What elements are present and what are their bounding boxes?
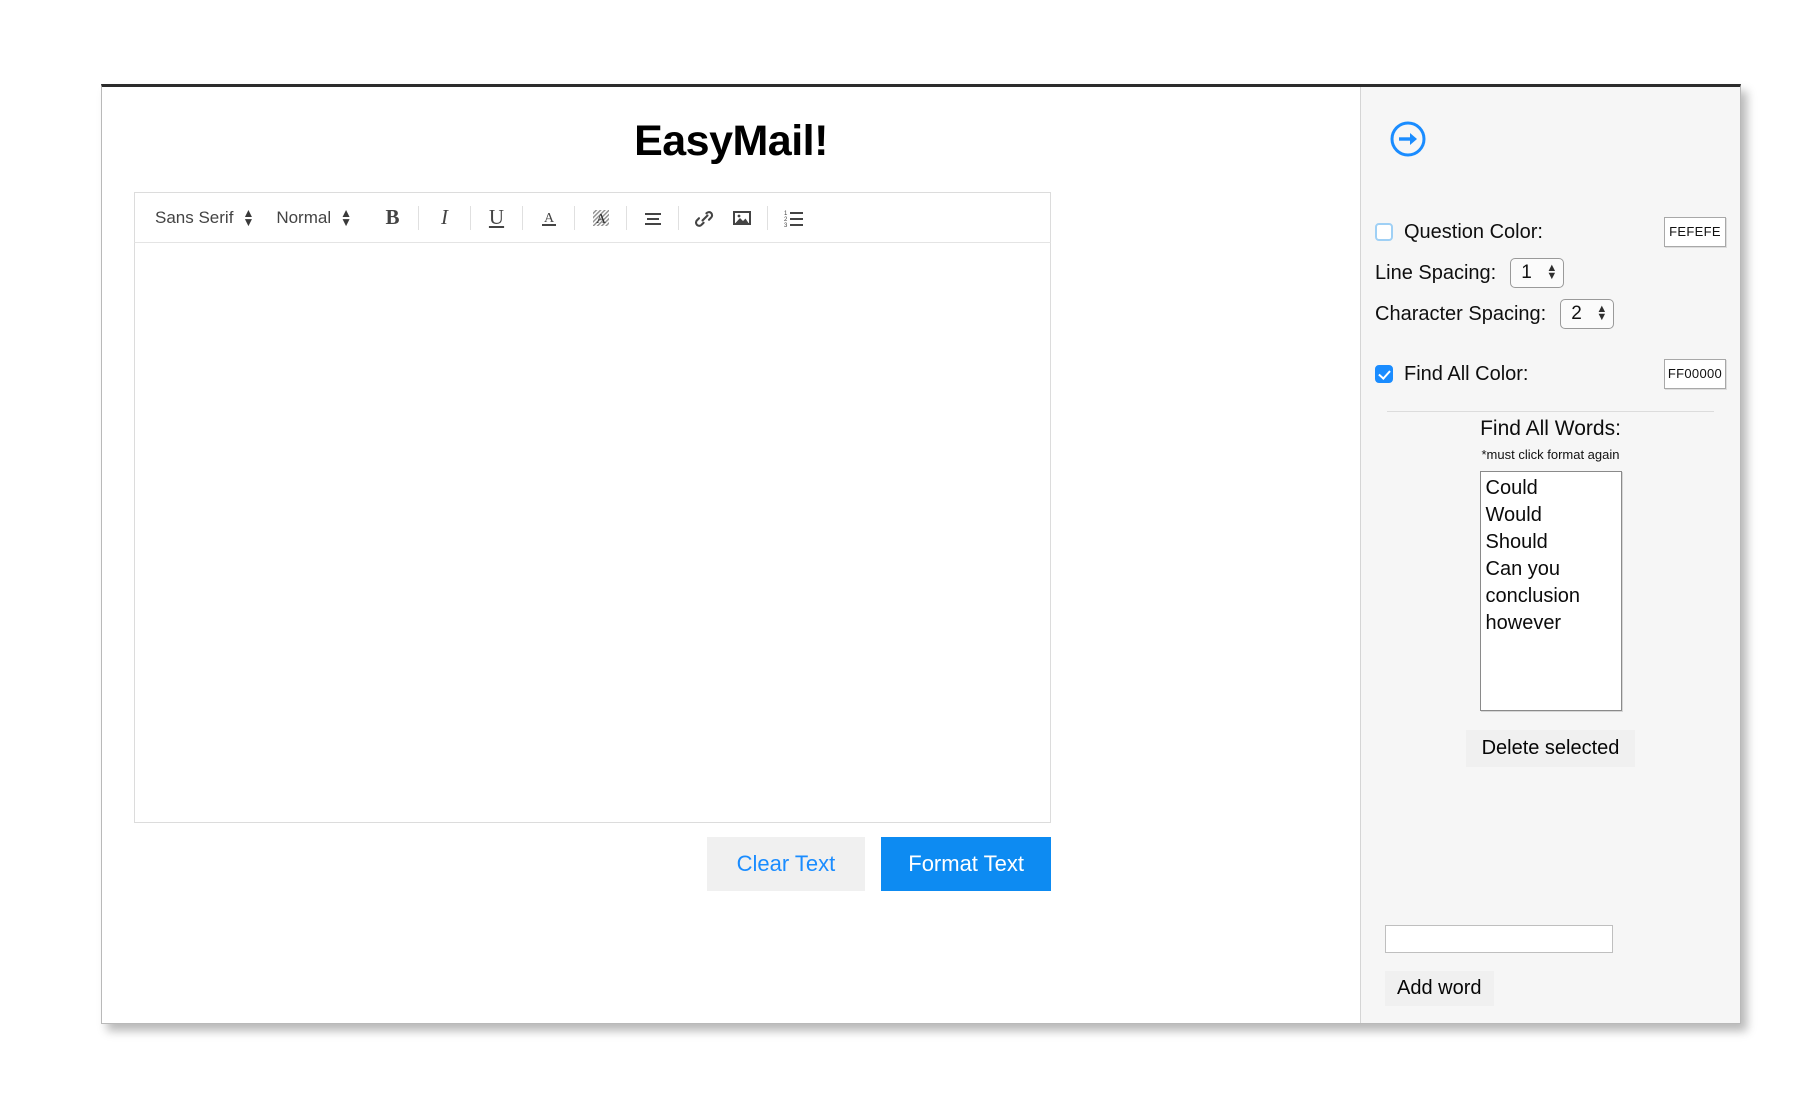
add-word-group: Add word [1385,925,1715,1006]
font-family-select[interactable]: Sans Serif ▲ ▼ [155,206,255,229]
editor-action-bar: Clear Text Format Text [134,837,1051,891]
rich-text-editor: Sans Serif ▲ ▼ Normal ▲ ▼ B I U A A 1 2 … [134,192,1051,823]
find-all-color-value[interactable]: FF00000 [1664,359,1726,389]
question-color-label: Question Color: [1404,220,1543,243]
find-all-words-group: Find All Words: *must click format again… [1361,417,1740,767]
find-all-words-listbox[interactable]: Could Would Should Can you conclusion however [1479,471,1622,711]
find-all-color-checkbox[interactable] [1375,365,1393,383]
sidebar-divider [1387,411,1714,412]
toolbar-divider [678,205,680,230]
align-left-icon [644,212,661,225]
text-color-button[interactable]: A [533,202,564,233]
toolbar-divider [470,205,472,230]
toolbar-divider [574,205,576,230]
font-family-value: Sans Serif [155,207,234,227]
toolbar-divider [767,205,769,230]
image-icon [732,210,751,225]
word-list-item[interactable]: Could [1483,475,1621,502]
image-button[interactable] [726,202,757,233]
add-word-button[interactable]: Add word [1385,971,1494,1006]
delete-selected-button[interactable]: Delete selected [1465,730,1636,767]
ordered-list-button[interactable]: 1 2 3 [778,202,809,233]
link-button[interactable] [689,202,720,233]
settings-sidebar: Question Color: FEFEFE Line Spacing: 1 ▲… [1360,87,1740,1023]
editor-pane: EasyMail! Sans Serif ▲ ▼ Normal ▲ ▼ B I U [102,87,1360,1023]
character-spacing-select[interactable]: 2 ▲ ▼ [1560,299,1615,329]
word-list-item[interactable]: however [1483,610,1621,637]
link-icon [694,210,713,227]
arrow-right-circle-icon [1390,121,1426,157]
chevron-updown-icon: ▲ ▼ [242,206,255,229]
underline-button[interactable]: U [481,202,512,233]
background-color-a-icon: A [592,209,609,227]
ordered-list-icon: 1 2 3 [784,211,803,229]
line-spacing-row: Line Spacing: 1 ▲ ▼ [1375,256,1726,290]
character-spacing-label: Character Spacing: [1375,302,1547,325]
svg-text:3: 3 [784,223,788,229]
italic-button[interactable]: I [429,202,460,233]
word-list-item[interactable]: conclusion [1483,583,1621,610]
line-spacing-label: Line Spacing: [1375,261,1497,284]
word-list-item[interactable]: Would [1483,502,1621,529]
chevron-updown-icon: ▲ ▼ [1546,262,1558,282]
font-size-value: Normal [276,207,332,227]
find-all-words-title: Find All Words: [1480,417,1621,440]
word-list-item[interactable]: Can you [1483,556,1621,583]
app-window: EasyMail! Sans Serif ▲ ▼ Normal ▲ ▼ B I U [101,84,1741,1024]
add-word-input[interactable] [1385,925,1613,953]
line-spacing-select[interactable]: 1 ▲ ▼ [1510,258,1565,288]
format-settings-group: Question Color: FEFEFE Line Spacing: 1 ▲… [1361,215,1740,412]
toolbar-divider [626,205,628,230]
editor-content-area[interactable] [134,243,1051,823]
background-color-button[interactable]: A [585,202,616,233]
word-list-item[interactable]: Should [1483,529,1621,556]
collapse-sidebar-button[interactable] [1388,119,1428,159]
character-spacing-row: Character Spacing: 2 ▲ ▼ [1375,297,1726,331]
question-color-row: Question Color: FEFEFE [1375,215,1726,249]
svg-text:A: A [543,211,554,226]
find-all-color-row: Find All Color: FF00000 [1375,357,1726,391]
find-all-words-note: *must click format again [1481,447,1620,462]
page-title: EasyMail! [634,117,828,165]
toolbar-divider [418,205,420,230]
format-text-button[interactable]: Format Text [881,837,1051,891]
toolbar-divider [522,205,524,230]
text-color-a-icon: A [541,211,556,226]
chevron-updown-icon: ▲ ▼ [1596,303,1608,323]
font-size-select[interactable]: Normal ▲ ▼ [276,206,353,229]
character-spacing-value: 2 [1571,303,1582,324]
svg-text:A: A [595,212,606,227]
align-button[interactable] [637,202,668,233]
bold-button[interactable]: B [377,202,408,233]
editor-toolbar: Sans Serif ▲ ▼ Normal ▲ ▼ B I U A A 1 2 … [134,192,1051,243]
line-spacing-value: 1 [1521,262,1532,283]
question-color-value[interactable]: FEFEFE [1664,217,1726,247]
clear-text-button[interactable]: Clear Text [706,837,866,891]
find-all-color-label: Find All Color: [1404,362,1529,385]
chevron-updown-icon: ▲ ▼ [340,206,353,229]
question-color-checkbox[interactable] [1375,223,1393,241]
